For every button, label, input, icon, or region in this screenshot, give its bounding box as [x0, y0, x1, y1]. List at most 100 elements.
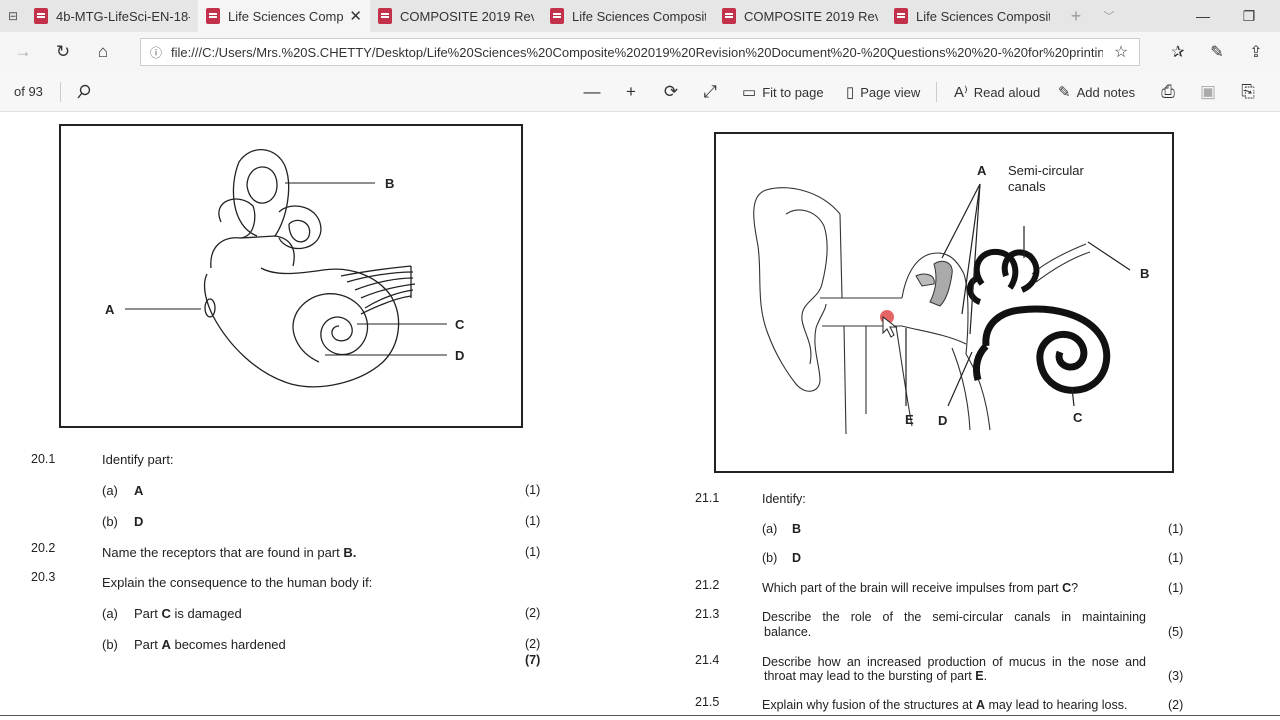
question-text-pre: Explain why fusion of the structures at — [762, 698, 976, 712]
url-field[interactable]: ⓘ file:///C:/Users/Mrs.%20S.CHETTY/Deskt… — [140, 38, 1140, 66]
save-icon[interactable]: ▣ — [1196, 81, 1220, 103]
label-a: A — [977, 163, 987, 178]
inner-ear-figure: B A C D — [59, 124, 523, 428]
question-text-post: may lead to hearing loss. — [985, 698, 1128, 712]
fit-to-page-button[interactable]: ▭ Fit to page — [742, 81, 824, 103]
add-notes-button[interactable]: ✎ Add notes — [1058, 81, 1135, 103]
tab-label: 4b-MTG-LifeSci-EN-18- — [56, 8, 190, 24]
address-bar: → ↻ ⌂ ⓘ file:///C:/Users/Mrs.%20S.CHETTY… — [0, 32, 1280, 72]
plus-icon[interactable]: + — [619, 81, 643, 103]
page-count: of 93 — [14, 84, 43, 99]
tab-life-sciences-composite-b[interactable]: Life Sciences Composit — [886, 0, 1058, 32]
label-e: E — [905, 412, 914, 427]
sub-text: Part C is damaged — [134, 606, 242, 621]
sub-text-pre: Part — [134, 606, 162, 621]
mark: (1) — [525, 483, 541, 497]
question-text: Explain why fusion of the structures at … — [762, 698, 1127, 712]
mark: (5) — [1168, 625, 1184, 639]
fit-to-page-label: Fit to page — [762, 84, 824, 100]
question-text-pre: throat may lead to the bursting of part — [764, 669, 976, 683]
sub-text-bold: A — [161, 637, 171, 652]
label-d: D — [455, 348, 464, 363]
sub-letter: (a) — [762, 522, 778, 536]
restore-icon[interactable]: ❐ — [1226, 0, 1272, 32]
sub-letter: (a) — [102, 483, 118, 498]
home-icon[interactable]: ⌂ — [90, 40, 116, 64]
label-semicircular: Semi-circular — [1008, 163, 1085, 178]
question-text: Identify part: — [102, 452, 174, 467]
refresh-icon[interactable]: ↻ — [50, 40, 76, 64]
pdf-toolbar: of 93 — + ⟳ ⤢ ▭ Fit to page ▯ Page view … — [0, 72, 1280, 112]
mark: (1) — [1168, 522, 1184, 536]
question-text: Identify: — [762, 492, 806, 506]
tab-life-sciences-active[interactable]: Life Sciences Comp ✕ — [198, 0, 370, 32]
favorites-icon[interactable]: ✰ — [1164, 40, 1192, 64]
question-text-line1: Describe how an increased production of … — [762, 655, 1146, 669]
sub-text: Part A becomes hardened — [134, 637, 286, 652]
pdf-icon — [894, 8, 908, 24]
question-text-post: . — [983, 669, 988, 683]
ear-diagram: A Semi-circular canals B C D E — [753, 163, 1149, 435]
label-c: C — [455, 317, 465, 332]
sub-text: B — [792, 522, 802, 536]
add-notes-label: Add notes — [1076, 84, 1136, 100]
tab-composite-2019[interactable]: COMPOSITE 2019 Revis — [370, 0, 542, 32]
tab-actions-icon[interactable]: ⊟ — [0, 0, 26, 32]
label-b: B — [1140, 266, 1149, 281]
pdf-page: B A C D 20.1 Identify part: (a) A (1) (b… — [0, 113, 1280, 720]
favorite-star-icon[interactable]: ☆ — [1103, 42, 1139, 62]
search-icon[interactable] — [72, 81, 96, 103]
label-c: C — [1073, 410, 1083, 425]
inner-ear-diagram: B A C D — [105, 149, 465, 388]
print-icon[interactable]: ⎙ — [1156, 81, 1180, 103]
minus-icon[interactable]: — — [580, 81, 604, 103]
tab-4b-mtg[interactable]: 4b-MTG-LifeSci-EN-18- — [26, 0, 198, 32]
save-as-icon[interactable]: ⎘ — [1236, 81, 1260, 103]
question-number: 21.1 — [695, 491, 720, 505]
pdf-icon — [378, 8, 392, 24]
share-icon[interactable]: ⇪ — [1242, 40, 1270, 64]
tab-label: COMPOSITE 2019 Revis — [744, 8, 878, 24]
question-number: 21.3 — [695, 607, 720, 621]
chevron-down-icon[interactable]: ﹀ — [1094, 0, 1124, 32]
divider — [60, 82, 61, 102]
pdf-icon — [550, 8, 564, 24]
question-text: Which part of the brain will receive imp… — [762, 581, 1078, 595]
question-text-bold: E — [975, 669, 984, 683]
tab-composite-2019-b[interactable]: COMPOSITE 2019 Revis — [714, 0, 886, 32]
question-text-post: ? — [1071, 581, 1079, 595]
read-aloud-button[interactable]: A⁾ Read aloud — [954, 81, 1040, 103]
mark: (2) — [525, 637, 541, 651]
forward-icon[interactable]: → — [10, 40, 36, 64]
question-text-bold: C — [1062, 581, 1072, 595]
tab-label: COMPOSITE 2019 Revis — [400, 8, 534, 24]
page-view-button[interactable]: ▯ Page view — [846, 81, 920, 103]
sub-letter: (b) — [102, 637, 118, 652]
question-number: 21.5 — [695, 695, 720, 709]
label-a: A — [105, 302, 115, 317]
question-text: Explain the consequence to the human bod… — [102, 575, 373, 590]
rotate-icon[interactable]: ⟳ — [659, 81, 683, 103]
tab-life-sciences-composite[interactable]: Life Sciences Composit — [542, 0, 714, 32]
question-text: Name the receptors that are found in par… — [102, 545, 356, 560]
label-canals: canals — [1008, 179, 1046, 194]
page-view-label: Page view — [860, 84, 921, 100]
minimize-icon[interactable]: — — [1180, 0, 1226, 32]
tab-label: Life Sciences Composit — [572, 8, 706, 24]
label-b: B — [385, 176, 394, 191]
close-tab-icon[interactable]: ✕ — [349, 7, 362, 25]
mark: (2) — [525, 606, 541, 620]
new-tab-icon[interactable]: + — [1058, 0, 1094, 32]
page-divider — [0, 715, 1280, 716]
sub-text: A — [134, 483, 144, 498]
sub-letter: (a) — [102, 606, 118, 621]
question-number: 21.4 — [695, 653, 720, 667]
total-mark: (7) — [525, 653, 541, 667]
info-icon[interactable]: ⓘ — [141, 44, 171, 61]
question-text-bold: A — [976, 698, 986, 712]
sub-text-bold: C — [161, 606, 171, 621]
mark: (3) — [1168, 669, 1184, 683]
read-aloud-label: Read aloud — [973, 84, 1041, 100]
pen-icon[interactable]: ✎ — [1203, 40, 1231, 64]
expand-icon[interactable]: ⤢ — [698, 81, 722, 103]
